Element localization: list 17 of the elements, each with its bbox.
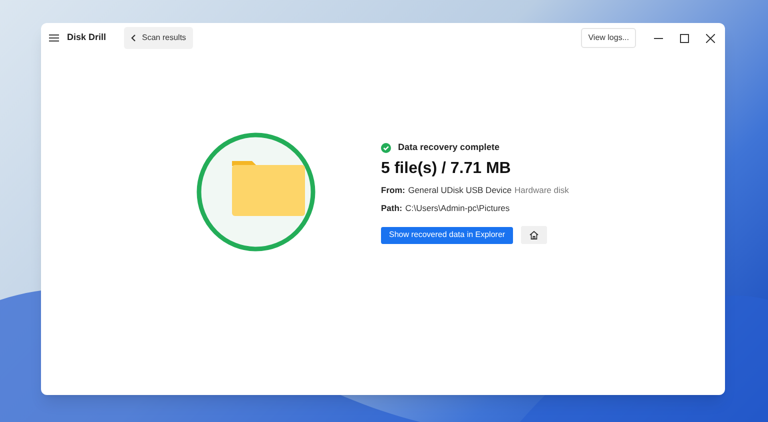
home-icon [529,230,540,240]
status-text: Data recovery complete [398,140,500,154]
from-value: General UDisk USB Device [408,184,512,198]
chevron-left-icon [131,34,136,42]
path-value: C:\Users\Admin-pc\Pictures [405,202,510,216]
home-button[interactable] [521,226,548,244]
view-logs-button[interactable]: View logs... [581,28,636,48]
show-in-explorer-button[interactable]: Show recovered data in Explorer [381,226,514,244]
from-label: From: [381,184,406,198]
device-type: Hardware disk [514,184,569,198]
summary-text: 5 file(s) / 7.71 MB [381,159,512,180]
window-title: Disk Drill [67,31,106,44]
path-label: Path: [381,202,402,216]
close-icon[interactable] [706,34,715,42]
menu-icon[interactable] [49,34,59,42]
maximize-icon[interactable] [680,34,689,42]
back-button[interactable]: Scan results [124,27,194,49]
